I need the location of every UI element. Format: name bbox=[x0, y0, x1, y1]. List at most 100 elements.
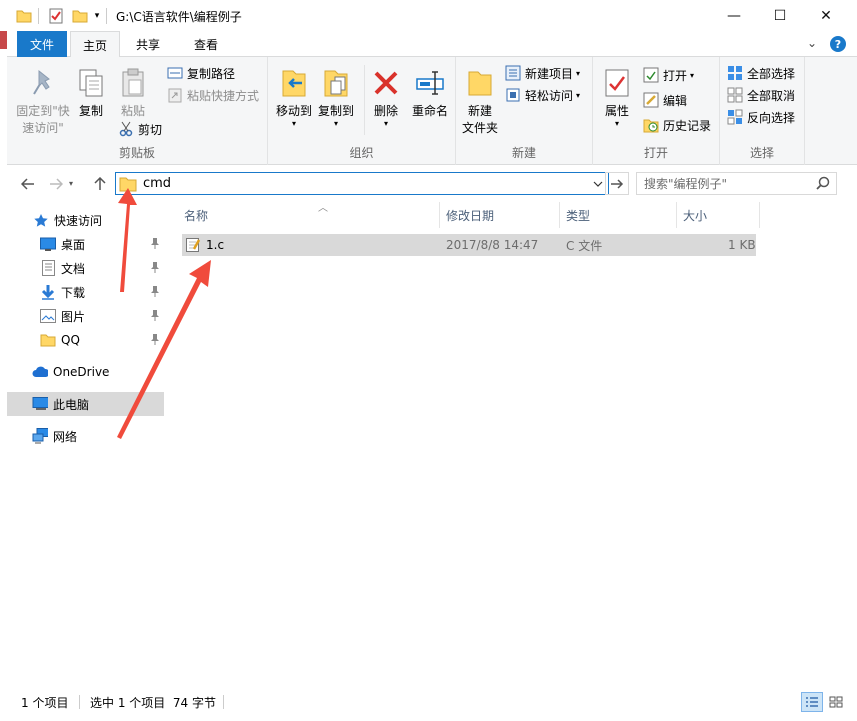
copy-to-button[interactable]: 复制到 ▾ bbox=[316, 67, 356, 128]
file-name-cell[interactable]: 1.c bbox=[185, 234, 224, 256]
delete-icon bbox=[370, 67, 402, 99]
easy-access-button[interactable]: 轻松访问 ▾ bbox=[505, 85, 580, 105]
address-bar[interactable]: cmd bbox=[115, 172, 609, 195]
nav-onedrive[interactable]: OneDrive bbox=[7, 360, 164, 384]
column-header-type[interactable]: 类型 bbox=[560, 202, 677, 228]
history-icon bbox=[643, 117, 659, 133]
details-view-icon bbox=[806, 697, 818, 707]
tab-file[interactable]: 文件 bbox=[17, 31, 67, 57]
search-input[interactable] bbox=[644, 176, 814, 191]
nav-this-pc[interactable]: 此电脑 bbox=[7, 392, 164, 416]
details-view-button[interactable] bbox=[801, 692, 823, 712]
folder-icon bbox=[119, 177, 137, 191]
cut-button[interactable]: 剪切 bbox=[118, 119, 162, 139]
customize-quick-access-icon[interactable]: ▾ bbox=[90, 0, 104, 31]
navigation-bar: ▾ cmd bbox=[7, 165, 857, 202]
forward-arrow-icon bbox=[50, 178, 63, 190]
back-arrow-icon bbox=[21, 178, 34, 190]
folder-icon bbox=[40, 332, 56, 348]
new-folder-quick-icon[interactable] bbox=[70, 0, 90, 31]
new-item-icon bbox=[505, 65, 521, 81]
copy-path-button[interactable]: 复制路径 bbox=[167, 63, 235, 83]
select-all-button[interactable]: 全部选择 bbox=[727, 63, 795, 83]
column-header-size[interactable]: 大小 bbox=[677, 202, 760, 228]
recent-locations-icon[interactable]: ▾ bbox=[69, 179, 73, 188]
paste-shortcut-icon bbox=[167, 87, 183, 103]
computer-icon bbox=[32, 396, 48, 412]
edit-button[interactable]: 编辑 bbox=[643, 90, 687, 110]
up-arrow-icon bbox=[94, 177, 106, 190]
nav-network[interactable]: 网络 bbox=[7, 424, 164, 448]
nav-documents[interactable]: 文档 bbox=[7, 256, 164, 280]
table-row[interactable]: 1.c 2017/8/8 14:47 C 文件 1 KB bbox=[182, 234, 756, 256]
tab-view[interactable]: 查看 bbox=[178, 31, 234, 57]
close-button[interactable]: ✕ bbox=[803, 0, 849, 31]
search-icon[interactable] bbox=[816, 176, 830, 190]
pin-icon[interactable] bbox=[150, 333, 160, 348]
address-input[interactable]: cmd bbox=[143, 176, 171, 191]
nav-quick-access[interactable]: 快速访问 bbox=[7, 208, 164, 232]
forward-button[interactable] bbox=[45, 173, 67, 195]
properties-button[interactable]: 属性 ▾ bbox=[599, 67, 635, 128]
clipboard-group: 固定到"快 速访问" 复制 粘贴 复制路径 粘贴快捷方式 剪切 剪贴板 bbox=[7, 57, 268, 165]
select-group-label: 选择 bbox=[749, 146, 774, 160]
window-title: G:\C语言软件\编程例子 bbox=[116, 10, 242, 24]
new-item-button[interactable]: 新建项目 ▾ bbox=[505, 63, 580, 83]
ribbon-tabs: 文件 主页 共享 查看 ⌄ ? bbox=[7, 31, 857, 58]
select-group: 全部选择 全部取消 反向选择 选择 bbox=[720, 57, 805, 165]
tab-share[interactable]: 共享 bbox=[120, 31, 176, 57]
organize-group: 移动到 ▾ 复制到 ▾ 删除 ▾ 重命名 组织 bbox=[268, 57, 456, 165]
pin-icon[interactable] bbox=[150, 309, 160, 324]
folder-icon bbox=[14, 0, 34, 31]
select-none-button[interactable]: 全部取消 bbox=[727, 85, 795, 105]
sort-ascending-icon: ︿ bbox=[318, 203, 328, 214]
delete-button[interactable]: 删除 ▾ bbox=[368, 67, 404, 128]
scissors-icon bbox=[118, 121, 134, 137]
move-to-button[interactable]: 移动到 ▾ bbox=[274, 67, 314, 128]
search-box[interactable] bbox=[636, 172, 837, 195]
minimize-button[interactable]: — bbox=[711, 0, 757, 31]
new-folder-icon bbox=[464, 67, 496, 99]
nav-desktop[interactable]: 桌面 bbox=[7, 232, 164, 256]
new-folder-button[interactable]: 新建 文件夹 bbox=[460, 67, 500, 137]
history-button[interactable]: 历史记录 bbox=[643, 115, 711, 135]
new-group-label: 新建 bbox=[511, 146, 536, 160]
copy-path-icon bbox=[167, 65, 183, 81]
ribbon: 固定到"快 速访问" 复制 粘贴 复制路径 粘贴快捷方式 剪切 剪贴板 移动到 … bbox=[7, 57, 857, 165]
properties-icon bbox=[601, 67, 633, 99]
up-button[interactable] bbox=[89, 173, 111, 195]
nav-qq[interactable]: QQ bbox=[7, 328, 164, 352]
status-bar: 1 个项目 选中 1 个项目 74 字节 bbox=[7, 686, 857, 721]
rename-button[interactable]: 重命名 bbox=[408, 67, 452, 120]
copy-icon bbox=[75, 67, 107, 99]
go-button[interactable] bbox=[605, 172, 629, 195]
pin-quick-access-button[interactable]: 固定到"快 速访问" bbox=[15, 67, 71, 137]
address-dropdown-icon[interactable] bbox=[590, 175, 606, 192]
document-icon bbox=[40, 260, 56, 276]
back-button[interactable] bbox=[17, 173, 39, 195]
help-icon[interactable]: ? bbox=[830, 36, 846, 52]
properties-quick-icon[interactable] bbox=[46, 0, 66, 31]
file-type-cell: C 文件 bbox=[566, 238, 603, 253]
invert-selection-button[interactable]: 反向选择 bbox=[727, 107, 795, 127]
paste-button[interactable]: 粘贴 bbox=[115, 67, 151, 120]
collapse-ribbon-icon[interactable]: ⌄ bbox=[807, 36, 817, 50]
maximize-button[interactable]: ☐ bbox=[757, 0, 803, 31]
pin-icon[interactable] bbox=[150, 285, 160, 300]
column-header-modified[interactable]: 修改日期 bbox=[440, 202, 560, 228]
large-icons-view-button[interactable] bbox=[825, 692, 847, 712]
open-group-label: 打开 bbox=[643, 146, 668, 160]
download-icon bbox=[40, 284, 56, 300]
pin-icon[interactable] bbox=[150, 261, 160, 276]
nav-pictures[interactable]: 图片 bbox=[7, 304, 164, 328]
column-header-name[interactable]: 名称 ︿ bbox=[178, 202, 440, 228]
pin-icon[interactable] bbox=[150, 237, 160, 252]
paste-shortcut-button[interactable]: 粘贴快捷方式 bbox=[167, 85, 259, 105]
tab-home[interactable]: 主页 bbox=[70, 31, 120, 58]
copy-button[interactable]: 复制 bbox=[73, 67, 109, 120]
c-file-icon bbox=[186, 238, 201, 252]
open-button[interactable]: 打开 ▾ bbox=[643, 65, 694, 85]
selection-info: 选中 1 个项目 74 字节 bbox=[90, 696, 216, 710]
nav-downloads[interactable]: 下载 bbox=[7, 280, 164, 304]
go-arrow-icon bbox=[611, 178, 624, 189]
